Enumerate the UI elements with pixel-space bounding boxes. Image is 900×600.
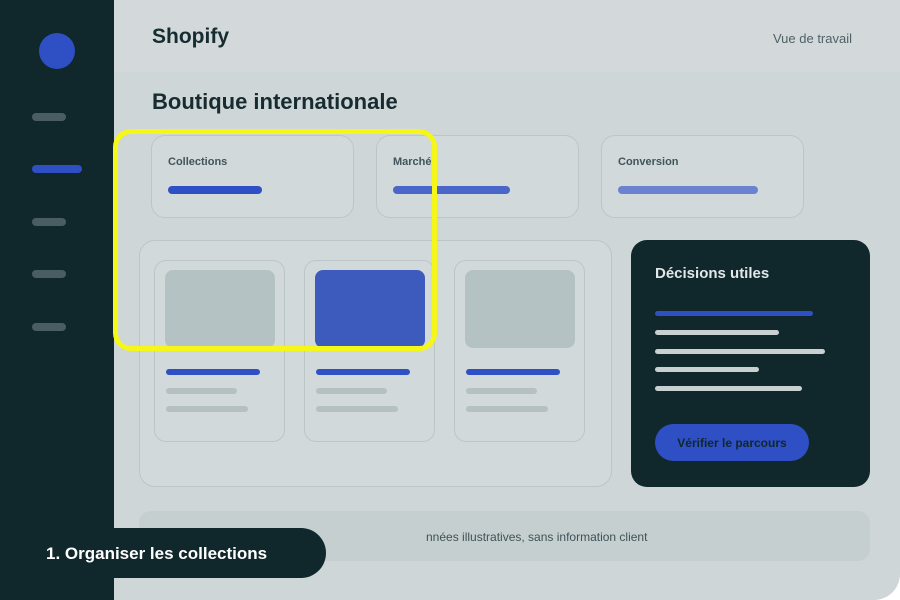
- card-text-line: [466, 406, 548, 412]
- decisions-title: Décisions utiles: [655, 265, 770, 282]
- decisions-panel: Décisions utiles Vérifier le parcours: [631, 240, 870, 487]
- card-text-line: [316, 406, 398, 412]
- card-text-line: [166, 406, 248, 412]
- sidebar-item-5[interactable]: [32, 323, 66, 331]
- page-title: Boutique internationale: [152, 89, 398, 114]
- verify-journey-button[interactable]: Vérifier le parcours: [655, 424, 809, 461]
- step-label: 1. Organiser les collections: [46, 544, 268, 563]
- brand-name: Shopify: [152, 25, 229, 48]
- work-view-link[interactable]: Vue de travail: [773, 31, 852, 46]
- sidebar-item-2-active[interactable]: [32, 165, 82, 173]
- sidebar-item-1[interactable]: [32, 113, 66, 121]
- app-window: Shopify Vue de travail Boutique internat…: [0, 0, 900, 600]
- top-bar: Shopify Vue de travail: [114, 0, 900, 72]
- card-title-line: [466, 369, 560, 375]
- card-title-line: [316, 369, 410, 375]
- decision-line: [655, 367, 759, 372]
- decision-line: [655, 349, 825, 354]
- stat-label: Conversion: [618, 156, 679, 168]
- card-text-line: [466, 388, 537, 394]
- decision-line: [655, 386, 802, 391]
- card-text-line: [316, 388, 387, 394]
- card-title-line: [166, 369, 260, 375]
- collection-card-3[interactable]: [454, 260, 585, 442]
- sidebar-item-4[interactable]: [32, 270, 66, 278]
- decision-line: [655, 311, 813, 316]
- notice-text: nnées illustratives, sans information cl…: [426, 530, 648, 544]
- focus-highlight: [113, 129, 437, 351]
- decision-line: [655, 330, 779, 335]
- sidebar-item-3[interactable]: [32, 218, 66, 226]
- card-text-line: [166, 388, 237, 394]
- sidebar: [0, 0, 114, 600]
- stat-card-conversion[interactable]: Conversion: [601, 135, 804, 218]
- step-badge: 1. Organiser les collections: [24, 528, 326, 578]
- app-logo[interactable]: [39, 33, 75, 69]
- collection-image: [465, 270, 575, 348]
- stat-bar: [618, 186, 758, 194]
